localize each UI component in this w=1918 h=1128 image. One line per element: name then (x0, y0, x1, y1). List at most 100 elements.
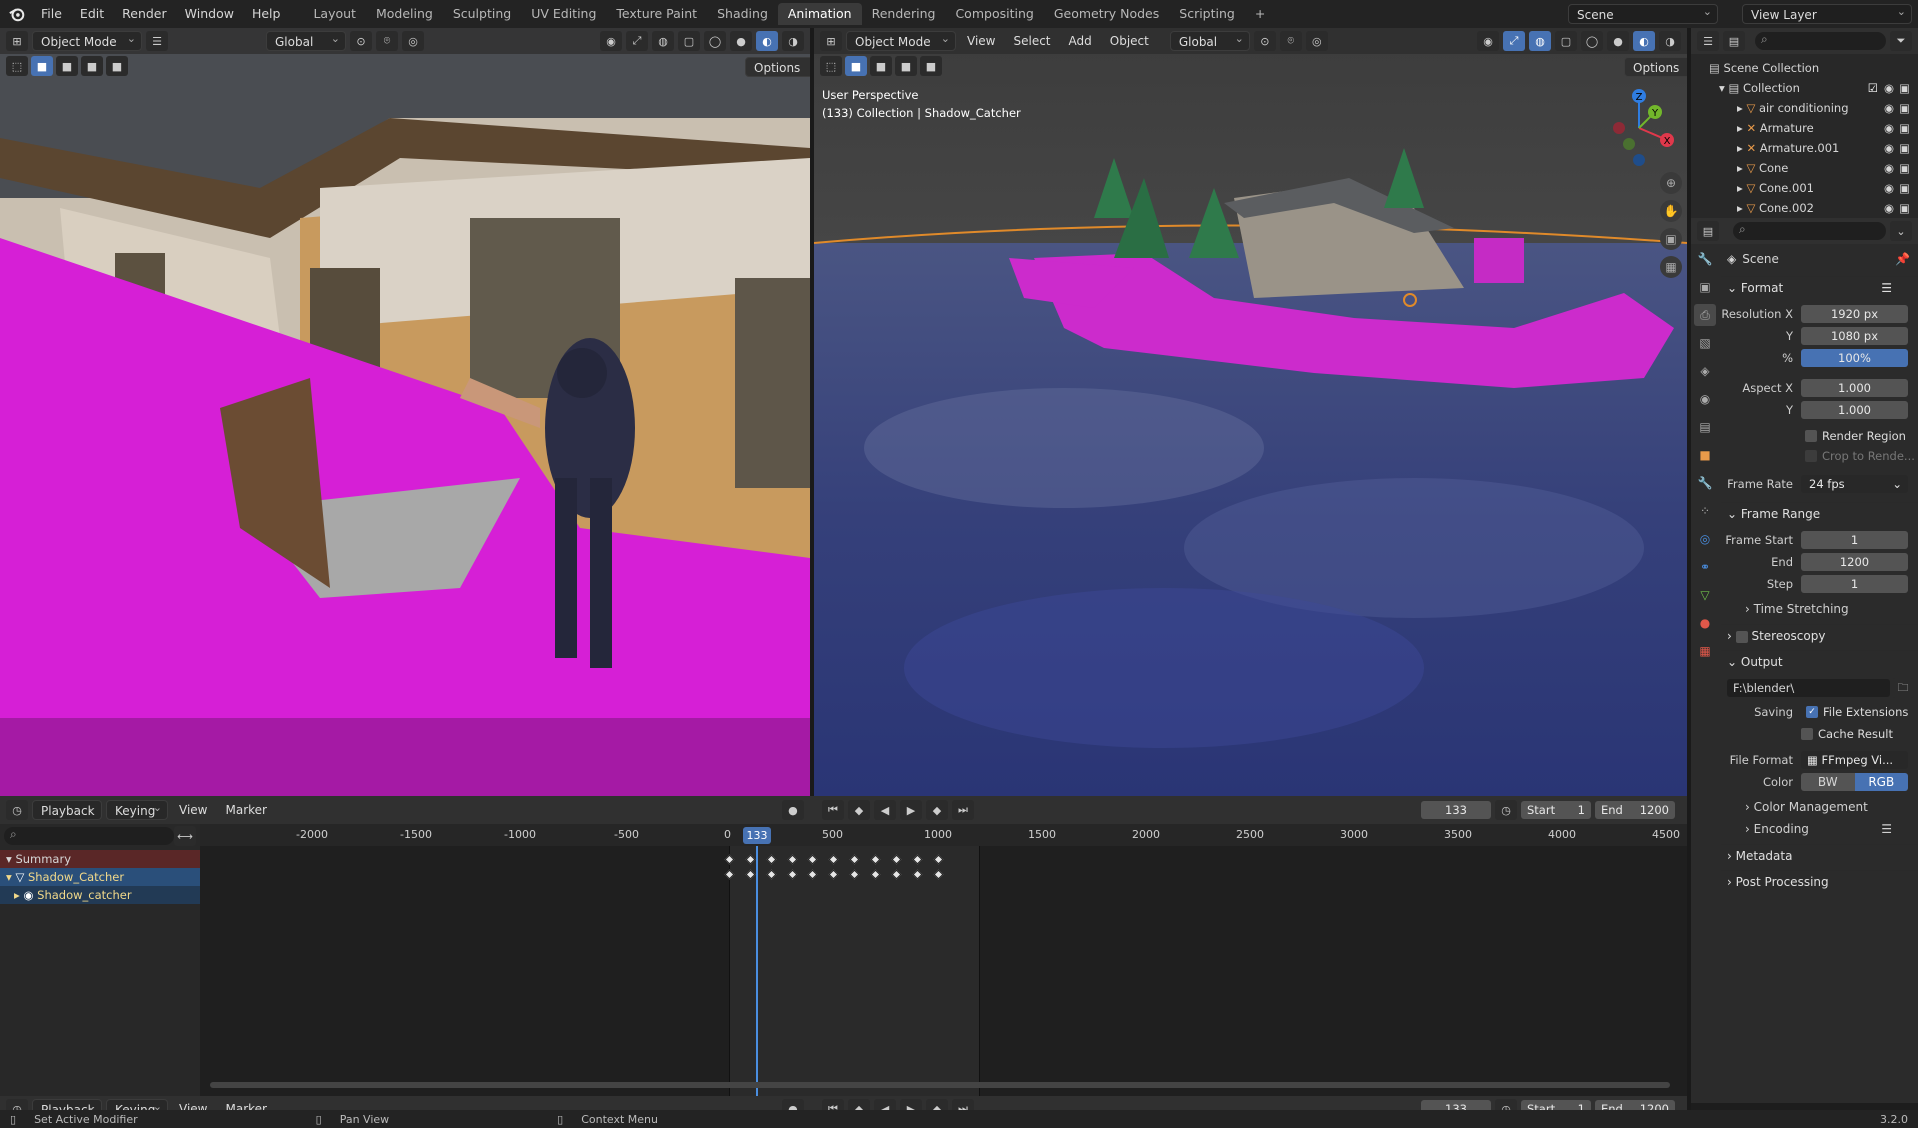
menu-object[interactable]: Object (1103, 31, 1156, 51)
select-mode-subtract-icon[interactable]: ■ (895, 56, 917, 76)
tab-scripting[interactable]: Scripting (1169, 3, 1245, 25)
menu-keying[interactable]: Keying (106, 798, 168, 820)
keyframe-diamond[interactable] (849, 854, 860, 865)
tab-shading[interactable]: Shading (707, 3, 778, 25)
outliner-item[interactable]: ▸ ▽ Cone ◉ ▣ (1709, 158, 1918, 178)
res-y-field[interactable]: 1080 px (1801, 327, 1908, 345)
overlay-icon[interactable]: ◍ (652, 31, 674, 51)
editor-type-icon[interactable]: ⊞ (820, 31, 842, 51)
timeline-editor-type-icon[interactable]: ◷ (6, 800, 28, 820)
proportional-edit-icon[interactable]: ◎ (402, 31, 424, 51)
world-tab-icon[interactable]: ◉ (1694, 388, 1716, 410)
render-region-checkbox[interactable] (1805, 430, 1817, 442)
keyframe-diamond[interactable] (724, 869, 735, 880)
channel-summary[interactable]: ▾ Summary (0, 850, 200, 868)
material-tab-icon[interactable]: ● (1694, 612, 1716, 634)
keyframe-diamond[interactable] (787, 854, 797, 865)
overlay-icon[interactable]: ◍ (1529, 31, 1551, 51)
menu-playback[interactable]: Playback (32, 798, 102, 820)
playhead-label[interactable]: 133 (743, 827, 771, 844)
aspect-y-field[interactable]: 1.000 (1801, 401, 1908, 419)
shading-material-icon[interactable]: ◐ (756, 31, 778, 51)
play-icon[interactable]: ▶ (899, 800, 922, 820)
outliner-scene-collection[interactable]: ▤ Scene Collection (1709, 58, 1918, 78)
keyframe-diamond[interactable] (828, 869, 839, 880)
select-mode-intersect-icon[interactable]: ■ (106, 56, 128, 76)
output-path-input[interactable]: F:\blender\ (1727, 679, 1890, 697)
keyframe-diamond[interactable] (745, 854, 756, 865)
menu-select[interactable]: Select (1006, 31, 1057, 51)
constraints-tab-icon[interactable]: ⚭ (1694, 556, 1716, 578)
shading-render-icon[interactable]: ◑ (1659, 31, 1681, 51)
start-frame-field[interactable]: Start 1 (1521, 801, 1591, 819)
eye-icon[interactable]: ◉ (1884, 78, 1894, 98)
outliner-collection[interactable]: ▾ ▤ Collection ☑ ◉ ▣ (1709, 78, 1918, 98)
keyframe-diamond[interactable] (828, 854, 839, 865)
left-options-button[interactable]: Options (745, 57, 810, 77)
menu-view[interactable]: View (172, 800, 214, 820)
render-tab-icon[interactable]: ▣ (1694, 276, 1716, 298)
eye-icon[interactable]: ◉ (1884, 178, 1894, 198)
outliner-editor-type-icon[interactable]: ☰ (1697, 31, 1719, 51)
data-tab-icon[interactable]: ▽ (1694, 584, 1716, 606)
shading-solid-icon[interactable]: ● (1607, 31, 1629, 51)
playhead-line[interactable] (756, 846, 758, 1096)
res-pct-field[interactable]: 100% (1801, 349, 1908, 367)
pivot-icon[interactable]: ⊙ (1253, 31, 1276, 51)
scene-tab-icon[interactable]: ◈ (1694, 360, 1716, 382)
menu-view[interactable]: View (960, 31, 1002, 51)
end-frame-field[interactable]: End 1200 (1595, 801, 1675, 819)
menu-marker[interactable]: Marker (218, 800, 273, 820)
color-bw-button[interactable]: BW (1801, 773, 1855, 791)
keyframe-diamond[interactable] (745, 869, 756, 880)
right-viewport[interactable]: ⊞ Object Mode View Select Add Object Glo… (814, 28, 1687, 796)
channel-filter-icon[interactable]: ⟷ (174, 826, 196, 846)
frame-step-field[interactable]: 1 (1801, 575, 1908, 593)
tab-sculpting[interactable]: Sculpting (443, 3, 521, 25)
shading-solid-icon[interactable]: ● (730, 31, 752, 51)
visibility-icon[interactable]: ◉ (600, 31, 622, 51)
view-layer-selector[interactable]: View Layer (1742, 2, 1912, 24)
outliner-filter-icon[interactable]: ⏷ (1890, 31, 1912, 51)
select-mode-extend-icon[interactable]: ■ (870, 56, 892, 76)
tab-uv-editing[interactable]: UV Editing (521, 3, 606, 25)
keyframe-diamond[interactable] (766, 869, 777, 880)
navigation-gizmo[interactable]: Z Y X (1599, 88, 1679, 168)
properties-options-icon[interactable]: ⌄ (1890, 221, 1912, 241)
eye-icon[interactable]: ◉ (1884, 138, 1894, 158)
jump-start-icon[interactable]: ⏮ (821, 800, 844, 820)
physics-tab-icon[interactable]: ◎ (1694, 528, 1716, 550)
view-layer-tab-icon[interactable]: ▧ (1694, 332, 1716, 354)
keyframe-diamond[interactable] (933, 869, 943, 880)
keyframe-diamond[interactable] (807, 854, 818, 865)
camera-icon[interactable]: ▣ (1899, 98, 1910, 118)
keyframe-diamond[interactable] (766, 854, 777, 865)
stereoscopy-panel-header[interactable]: › Stereoscopy (1721, 624, 1918, 646)
keyframe-diamond[interactable] (912, 854, 923, 865)
res-x-field[interactable]: 1920 px (1801, 305, 1908, 323)
tab-layout[interactable]: Layout (303, 3, 366, 25)
menu-edit[interactable]: Edit (71, 0, 113, 28)
snap-icon[interactable]: ⌾ (376, 31, 398, 51)
channel-data[interactable]: ▸ ◉ Shadow_catcher (0, 886, 200, 904)
xray-icon[interactable]: ▢ (1555, 31, 1577, 51)
left-mode-selector[interactable]: Object Mode (32, 29, 142, 51)
ortho-grid-icon[interactable]: ▦ (1660, 256, 1682, 278)
menu-help[interactable]: Help (243, 0, 290, 28)
keyframe-diamond[interactable] (933, 854, 943, 865)
current-frame-field[interactable]: 133 (1421, 801, 1491, 819)
tab-animation[interactable]: Animation (777, 3, 862, 25)
shading-wire-icon[interactable]: ◯ (1581, 31, 1603, 51)
visibility-icon[interactable]: ◉ (1477, 31, 1499, 51)
crop-checkbox[interactable] (1805, 450, 1817, 462)
output-panel-header[interactable]: ⌄ Output (1721, 650, 1918, 672)
next-keyframe-icon[interactable]: ◆ (925, 800, 948, 820)
record-icon[interactable]: ● (781, 800, 804, 820)
outliner-display-mode-icon[interactable]: ▤ (1723, 31, 1745, 51)
texture-tab-icon[interactable]: ▦ (1694, 640, 1716, 662)
particles-tab-icon[interactable]: ⁘ (1694, 500, 1716, 522)
cache-result-checkbox[interactable] (1801, 728, 1813, 740)
menu-file[interactable]: File (32, 0, 71, 28)
hamburger-menu-icon[interactable]: ☰ (146, 31, 168, 51)
list-icon[interactable]: ☰ (1881, 277, 1892, 299)
